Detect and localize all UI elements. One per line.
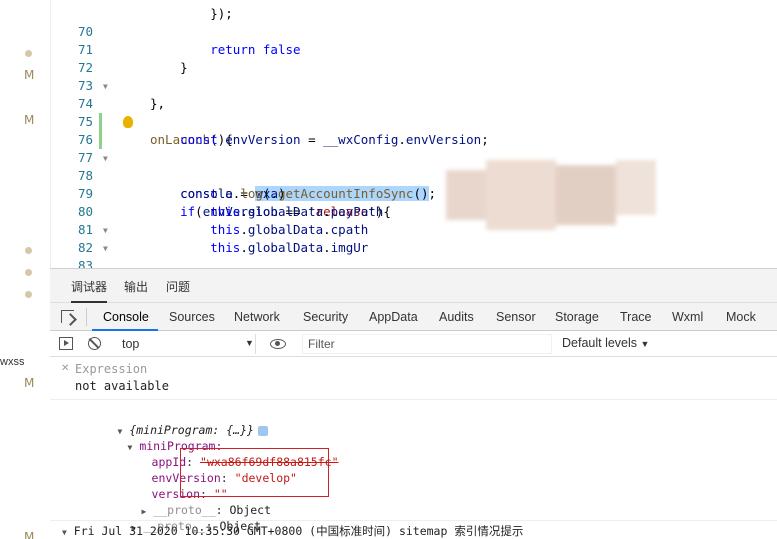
log-levels-dropdown[interactable]: Default levels ▼	[562, 336, 649, 350]
code-line: 77 console.log(a)	[51, 131, 777, 201]
filter-input[interactable]	[302, 334, 552, 354]
log-object-root[interactable]: ▼ {miniProgram: {…}}	[76, 406, 268, 437]
file-type-label: wxss	[0, 356, 25, 368]
chevron-down-icon: ▼	[245, 338, 254, 348]
fold-chevron-icon[interactable]: ▼	[103, 222, 108, 240]
tab-debugger[interactable]: 调试器	[71, 278, 108, 303]
code-line: 71 }	[51, 23, 777, 75]
info-icon	[257, 425, 268, 436]
console-log: ▼ {miniProgram: {…}} ▼ miniProgram: appI…	[50, 401, 777, 539]
tab-console[interactable]: Console	[103, 310, 149, 324]
chevron-down-icon: ▼	[640, 339, 650, 349]
log-property[interactable]: ▶ __proto__: Object	[90, 502, 261, 533]
tab-problems[interactable]: 问题	[166, 278, 190, 295]
divider	[86, 308, 87, 326]
devtools-panel-tabs: Console Sources Network Security AppData…	[50, 303, 777, 331]
code-line: 83 ▼ if(wx.getStorageSync('payPath')){	[51, 239, 777, 268]
tab-audits[interactable]: Audits	[439, 310, 474, 324]
tab-mock[interactable]: Mock	[726, 310, 756, 324]
tab-network[interactable]: Network	[234, 310, 280, 324]
file-status-m: M	[24, 530, 35, 539]
context-selector[interactable]: top ▼	[116, 334, 256, 354]
tab-storage[interactable]: Storage	[555, 310, 599, 324]
expression-value: not available	[75, 379, 169, 393]
modified-dot-icon	[25, 247, 32, 254]
modified-dot-icon	[25, 291, 32, 298]
log-object-child[interactable]: ▼ miniProgram:	[86, 422, 223, 453]
log-levels-label: Default levels	[562, 336, 638, 350]
eye-icon[interactable]	[270, 339, 286, 349]
file-status-m: M	[24, 68, 35, 82]
code-line: 73 },	[51, 59, 777, 111]
console-toolbar: top ▼ Default levels ▼	[50, 331, 777, 357]
code-line: 75 const envVersion = __wxConfig.envVers…	[51, 95, 777, 147]
context-value: top	[122, 337, 140, 351]
inspect-element-icon[interactable]	[61, 310, 74, 323]
close-icon[interactable]: ✕	[61, 363, 69, 374]
tab-sources[interactable]: Sources	[169, 310, 215, 324]
code-editor[interactable]: }); 70 return false 71 } 72 73 }, 74 ▼ o…	[50, 0, 777, 268]
git-change-bar	[99, 113, 102, 131]
modified-dot-icon	[25, 269, 32, 276]
log-message-text: Fri Jul 31 2020 10:35:30 GMT+0800 (中国标准时…	[73, 524, 524, 538]
sidebar-toggle-icon[interactable]	[59, 337, 73, 350]
file-status-m: M	[24, 376, 35, 390]
code-line: 76 const a = wx.getAccountInfoSync();	[51, 113, 777, 201]
code-line: 70 return false	[51, 5, 777, 57]
file-status-m: M	[24, 113, 35, 127]
tab-appdata[interactable]: AppData	[369, 310, 418, 324]
tab-output[interactable]: 输出	[124, 278, 148, 295]
tab-wxml[interactable]: Wxml	[672, 310, 703, 324]
devtools-panel: 调试器 输出 问题 Console Sources Network Securi…	[50, 268, 777, 539]
code-line: 74 ▼ onLaunch(){	[51, 77, 777, 147]
fold-chevron-icon[interactable]: ▼	[103, 240, 108, 258]
expand-triangle-icon[interactable]: ▼	[62, 528, 67, 537]
devtools-top-tabs: 调试器 输出 问题	[50, 269, 777, 303]
divider	[50, 520, 777, 521]
expression-label[interactable]: Expression	[75, 362, 147, 376]
code-line: 72	[51, 41, 777, 75]
tab-security[interactable]: Security	[303, 310, 348, 324]
code-line: 84 this.globalData.payPath = wx.getStora…	[51, 257, 777, 268]
live-expression: ✕ Expression not available	[50, 358, 777, 400]
log-message[interactable]: ▼ Fri Jul 31 2020 10:35:30 GMT+0800 (中国标…	[62, 523, 523, 539]
lightbulb-icon[interactable]	[123, 116, 133, 128]
git-change-bar	[99, 131, 102, 149]
modified-dot-icon	[25, 50, 32, 57]
annotation-highlight-box	[180, 448, 329, 497]
fold-chevron-icon[interactable]: ▼	[103, 78, 108, 96]
redacted-region	[446, 160, 676, 235]
fold-chevron-icon[interactable]: ▼	[103, 150, 108, 168]
clear-console-icon[interactable]	[88, 337, 101, 350]
tab-trace[interactable]: Trace	[620, 310, 652, 324]
tab-sensor[interactable]: Sensor	[496, 310, 536, 324]
file-status-strip: M M wxss M M	[0, 0, 50, 539]
